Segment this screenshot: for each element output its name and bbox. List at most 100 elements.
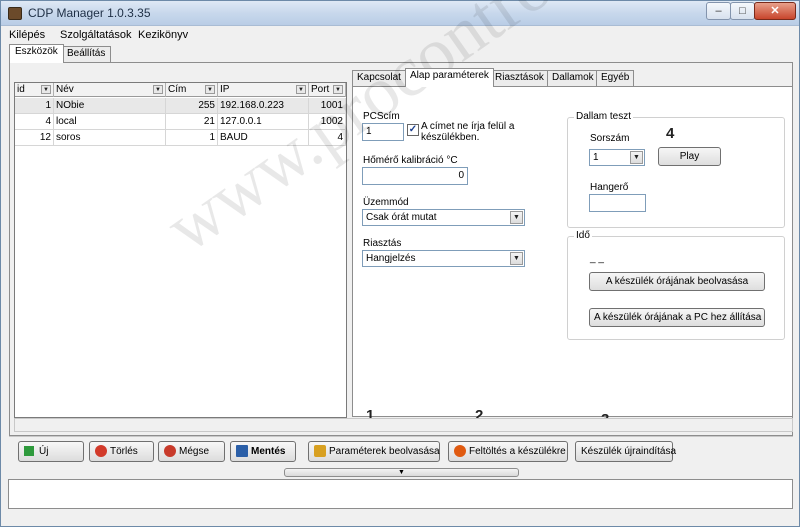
col-header-label: id <box>17 84 25 95</box>
tab-riasztasok[interactable]: Riasztások <box>490 70 549 86</box>
restart-device-button[interactable]: Készülék újraindítása <box>575 441 676 462</box>
col-header-label: Port <box>311 84 330 95</box>
filter-dropdown-icon[interactable]: ▼ <box>296 85 306 94</box>
uzemmod-select[interactable]: Csak órát mutat ▼ <box>362 209 525 226</box>
chevron-down-icon[interactable]: ▼ <box>630 151 643 164</box>
alap-parameterek-panel: PCScím 1 ✓ A címet ne írja felül a készü… <box>352 86 793 417</box>
dallam-teszt-group: Dallam teszt Sorszám 1 ▼ Play Hangerő <box>567 111 785 228</box>
tab-dallamok[interactable]: Dallamok <box>547 70 599 86</box>
col-header-label: IP <box>220 84 230 95</box>
chevron-down-icon[interactable]: ▼ <box>510 211 523 224</box>
read-parameters-button[interactable]: Paraméterek beolvasása <box>308 441 440 462</box>
sorszam-select[interactable]: 1 ▼ <box>589 149 645 166</box>
filter-dropdown-icon[interactable]: ▼ <box>205 85 215 94</box>
cell-port: 1001 <box>309 98 346 114</box>
save-label: Mentés <box>251 446 286 457</box>
checkbox-label-line2: készülékben. <box>421 132 480 143</box>
dallam-teszt-title: Dallam teszt <box>574 111 634 122</box>
hangero-label: Hangerő <box>590 182 629 193</box>
cell-ip: 192.168.0.223 <box>218 98 309 114</box>
maximize-button[interactable]: □ <box>730 2 755 20</box>
read-parameters-label: Paraméterek beolvasása <box>329 446 440 457</box>
upload-label: Feltöltés a készülékre <box>469 446 566 457</box>
set-clock-button[interactable]: A készülék órájának a PC hez állítása <box>589 308 765 327</box>
minimize-button[interactable]: – <box>706 2 731 20</box>
upload-icon <box>454 445 466 457</box>
plus-icon <box>24 446 34 456</box>
app-window: CDP Manager 1.0.3.35 – □ ✕ Kilépés Szolg… <box>0 0 800 527</box>
upload-button[interactable]: Feltöltés a készülékre <box>448 441 568 462</box>
riasztas-select[interactable]: Hangjelzés ▼ <box>362 250 525 267</box>
cancel-button[interactable]: Mégse <box>158 441 225 462</box>
menu-kilepes[interactable]: Kilépés <box>9 29 45 41</box>
cell-id: 12 <box>15 130 54 146</box>
cell-cim: 1 <box>166 130 218 146</box>
new-button[interactable]: Új <box>18 441 84 462</box>
tab-kapcsolat[interactable]: Kapcsolat <box>352 70 406 86</box>
pcscim-input[interactable]: 1 <box>362 123 404 141</box>
pcscim-label: PCScím <box>363 111 400 122</box>
col-header-cim[interactable]: Cím ▼ <box>166 83 218 97</box>
table-row[interactable]: 1 NObie 255 192.168.0.223 1001 <box>15 98 346 114</box>
cancel-label: Mégse <box>179 446 210 457</box>
cell-port: 1002 <box>309 114 346 130</box>
tab-alap-parameterek[interactable]: Alap paraméterek <box>405 68 494 87</box>
uzemmod-value: Csak órát mutat <box>366 212 437 223</box>
chevron-down-icon: ▼ <box>398 469 405 476</box>
cell-cim: 21 <box>166 114 218 130</box>
close-button[interactable]: ✕ <box>754 2 796 20</box>
col-header-id[interactable]: id ▼ <box>15 83 54 97</box>
cell-id: 1 <box>15 98 54 114</box>
cell-cim: 255 <box>166 98 218 114</box>
cell-nev: local <box>54 114 166 130</box>
filter-dropdown-icon[interactable]: ▼ <box>153 85 163 94</box>
sorszam-label: Sorszám <box>590 133 630 144</box>
col-header-nev[interactable]: Név ▼ <box>54 83 166 97</box>
tab-beallitas[interactable]: Beállítás <box>61 46 112 62</box>
read-clock-button[interactable]: A készülék órájának beolvasása <box>589 272 765 291</box>
no-overwrite-checkbox[interactable]: ✓ <box>407 124 419 136</box>
log-area[interactable] <box>8 479 793 509</box>
table-row[interactable]: 12 soros 1 BAUD 4 <box>15 130 346 146</box>
grid-header: id ▼ Név ▼ Cím ▼ IP ▼ Port ▼ <box>15 83 346 97</box>
splitter-handle[interactable]: ▼ <box>284 468 519 477</box>
new-label: Új <box>39 446 49 457</box>
title-bar: CDP Manager 1.0.3.35 – □ ✕ <box>1 1 799 26</box>
tab-egyeb[interactable]: Egyéb <box>596 70 635 86</box>
device-grid[interactable]: id ▼ Név ▼ Cím ▼ IP ▼ Port ▼ 1 NObie 255 192.… <box>14 82 347 418</box>
checkbox-label-line1: A címet ne írja felül a <box>421 121 515 132</box>
homero-label: Hőmérő kalibráció °C <box>363 155 458 166</box>
play-button[interactable]: Play <box>658 147 721 166</box>
filter-dropdown-icon[interactable]: ▼ <box>41 85 51 94</box>
ido-value: _ _ <box>590 253 604 264</box>
uzemmod-label: Üzemmód <box>363 197 409 208</box>
chevron-down-icon[interactable]: ▼ <box>510 252 523 265</box>
col-header-label: Név <box>56 84 74 95</box>
homero-input[interactable]: 0 <box>362 167 468 185</box>
filter-dropdown-icon[interactable]: ▼ <box>333 85 343 94</box>
hangero-input[interactable] <box>589 194 646 212</box>
cell-ip: BAUD <box>218 130 309 146</box>
cell-id: 4 <box>15 114 54 130</box>
cell-port: 4 <box>309 130 346 146</box>
col-header-port[interactable]: Port ▼ <box>309 83 346 97</box>
window-title: CDP Manager 1.0.3.35 <box>28 6 151 20</box>
tab-eszkozok[interactable]: Eszközök <box>9 44 64 63</box>
status-strip <box>14 418 793 432</box>
menu-szolgaltatasok[interactable]: Szolgáltatások <box>60 29 132 41</box>
col-header-ip[interactable]: IP ▼ <box>218 83 309 97</box>
cell-nev: NObie <box>54 98 166 114</box>
riasztas-value: Hangjelzés <box>366 253 416 264</box>
annotation-4: 4 <box>666 125 675 142</box>
menu-kezikonyv[interactable]: Kezikönyv <box>138 29 188 41</box>
delete-button[interactable]: Törlés <box>89 441 154 462</box>
cancel-icon <box>164 445 176 457</box>
delete-icon <box>95 445 107 457</box>
ido-title: Idő <box>574 230 592 241</box>
ido-group: Idő _ _ A készülék órájának beolvasása A… <box>567 230 785 340</box>
table-row[interactable]: 4 local 21 127.0.0.1 1002 <box>15 114 346 130</box>
cell-ip: 127.0.0.1 <box>218 114 309 130</box>
save-icon <box>236 445 248 457</box>
save-button[interactable]: Mentés <box>230 441 296 462</box>
delete-label: Törlés <box>110 446 138 457</box>
